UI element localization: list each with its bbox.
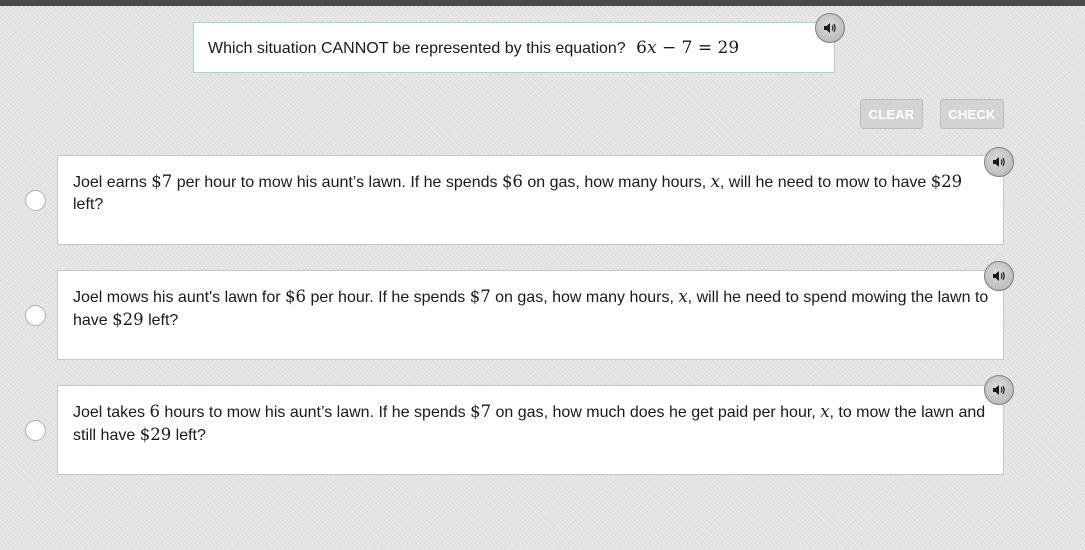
option-2-audio-button[interactable] xyxy=(984,261,1014,291)
top-bar xyxy=(0,0,1085,6)
answer-option-2[interactable]: Joel mows his aunt's lawn for $6 per hou… xyxy=(57,270,1004,360)
option-2-radio[interactable] xyxy=(25,305,46,326)
question-audio-button[interactable] xyxy=(815,13,845,43)
check-button[interactable]: CHECK xyxy=(940,99,1004,129)
option-1-audio-button[interactable] xyxy=(984,147,1014,177)
clear-button[interactable]: CLEAR xyxy=(860,99,923,129)
equation: 6x − 7 = 29 xyxy=(636,38,740,58)
question-text: Which situation CANNOT be represented by… xyxy=(208,40,626,57)
speaker-icon xyxy=(993,271,1005,281)
speaker-icon xyxy=(824,23,836,33)
answer-option-3[interactable]: Joel takes 6 hours to mow his aunt’s law… xyxy=(57,385,1004,475)
option-1-radio[interactable] xyxy=(25,190,46,211)
speaker-icon xyxy=(993,157,1005,167)
answer-option-1[interactable]: Joel earns $7 per hour to mow his aunt’s… xyxy=(57,155,1004,245)
speaker-icon xyxy=(993,385,1005,395)
question-prompt: Which situation CANNOT be represented by… xyxy=(193,22,835,73)
option-3-radio[interactable] xyxy=(25,420,46,441)
option-3-audio-button[interactable] xyxy=(984,375,1014,405)
